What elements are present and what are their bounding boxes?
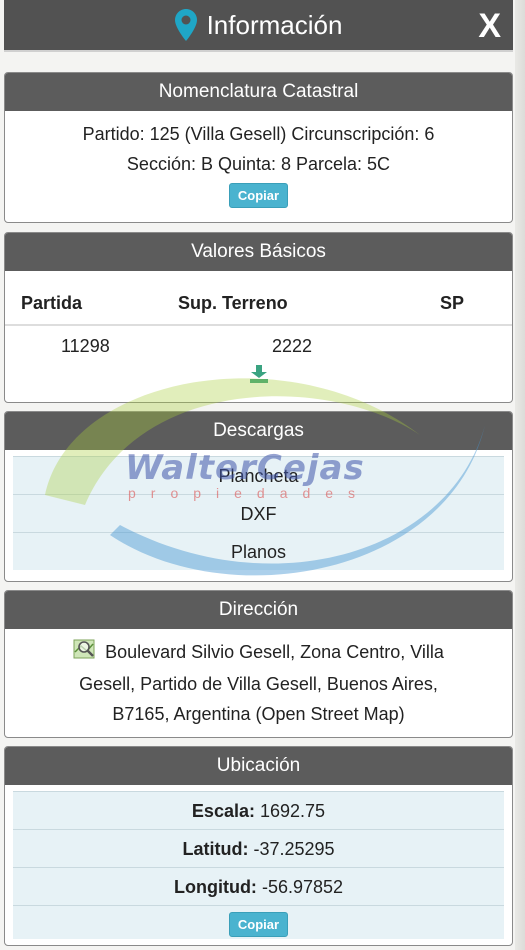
- panel-heading: Valores Básicos: [5, 233, 512, 271]
- panel-heading: Descargas: [5, 412, 512, 450]
- download-list: Plancheta DXF Planos: [13, 456, 504, 570]
- panel-heading: Ubicación: [5, 747, 512, 785]
- download-icon[interactable]: [249, 365, 269, 387]
- valores-table: Partida Sup. Terreno SP 11298 2222: [5, 279, 512, 363]
- column-header: Sup. Terreno: [140, 279, 440, 326]
- download-planos[interactable]: Planos: [13, 532, 504, 570]
- panel-descargas: Descargas Plancheta DXF Planos: [4, 411, 513, 582]
- longitude-label: Longitud:: [173, 877, 257, 897]
- copy-nomenclatura-button[interactable]: Copiar: [228, 183, 289, 208]
- longitude-row: Longitud: -56.97852: [13, 867, 504, 905]
- table-cell: [440, 325, 512, 363]
- longitude-value: -56.97852: [261, 877, 344, 897]
- column-header: SP: [440, 279, 512, 326]
- table-cell: 2222: [272, 336, 313, 356]
- panel-direccion: Dirección Boulevard Silvio Gesell, Zona …: [4, 590, 513, 738]
- latitude-label: Latitud:: [182, 839, 249, 859]
- panel-heading: Nomenclatura Catastral: [5, 73, 512, 111]
- scale-value: 1692.75: [259, 801, 326, 821]
- column-header: Partida: [5, 279, 140, 326]
- table-row: 11298 2222: [5, 325, 512, 363]
- close-button[interactable]: X: [478, 6, 501, 46]
- info-title: Información: [206, 9, 343, 40]
- address-line-3: B7165, Argentina (Open Street Map): [112, 703, 405, 724]
- map-pin-icon: [174, 8, 197, 46]
- scale-label: Escala:: [191, 801, 255, 821]
- address-text: Boulevard Silvio Gesell, Zona Centro, Vi…: [105, 642, 444, 662]
- info-header: Información X: [4, 0, 513, 52]
- latitude-value: -37.25295: [253, 839, 335, 859]
- panel-valores: Valores Básicos Partida Sup. Terreno SP …: [4, 232, 513, 403]
- scale-row: Escala: 1692.75: [13, 791, 504, 829]
- address-line-2: Gesell, Partido de Villa Gesell, Buenos …: [79, 673, 438, 694]
- download-dxf[interactable]: DXF: [13, 494, 504, 532]
- map-edge: [515, 0, 525, 950]
- panel-heading: Dirección: [5, 591, 512, 629]
- copy-row: Copiar: [13, 905, 504, 939]
- latitude-row: Latitud: -37.25295: [13, 829, 504, 867]
- download-plancheta[interactable]: Plancheta: [13, 456, 504, 494]
- map-search-icon[interactable]: [73, 638, 97, 669]
- table-cell: 11298: [61, 336, 110, 356]
- panel-nomenclatura: Nomenclatura Catastral Partido: 125 (Vil…: [4, 72, 513, 223]
- panel-ubicacion: Ubicación Escala: 1692.75 Latitud: -37.2…: [4, 746, 513, 946]
- address-line-1: Boulevard Silvio Gesell, Zona Centro, Vi…: [5, 637, 512, 669]
- copy-coordinates-button[interactable]: Copiar: [228, 912, 289, 937]
- nomenclatura-line-2: Sección: B Quinta: 8 Parcela: 5C: [126, 154, 391, 174]
- nomenclatura-line-1: Partido: 125 (Villa Gesell) Circunscripc…: [82, 124, 435, 144]
